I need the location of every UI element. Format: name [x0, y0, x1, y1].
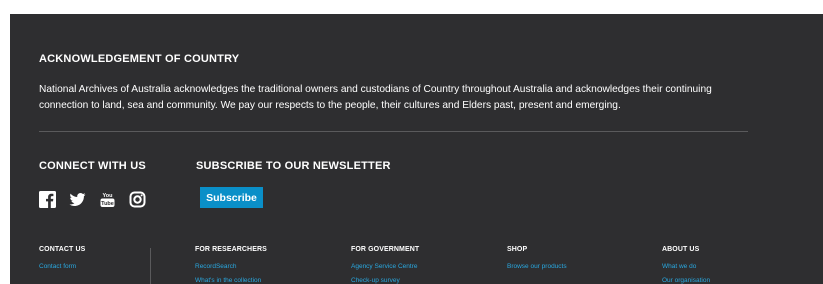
footer-column-about: ABOUT US What we do Our organisation: [662, 246, 710, 284]
column-heading: SHOP: [507, 246, 528, 253]
footer-column-government: FOR GOVERNMENT Agency Service Centre Che…: [351, 246, 419, 284]
column-heading: FOR GOVERNMENT: [351, 246, 420, 253]
column-heading: ABOUT US: [662, 246, 700, 253]
site-footer: ACKNOWLEDGEMENT OF COUNTRY National Arch…: [10, 14, 823, 284]
facebook-icon[interactable]: [39, 190, 56, 208]
footer-column-researchers: FOR RESEARCHERS RecordSearch What's in t…: [195, 246, 267, 284]
footer-link[interactable]: What's in the collection: [195, 277, 267, 284]
footer-divider: [39, 131, 748, 132]
footer-link[interactable]: Agency Service Centre: [351, 263, 419, 270]
footer-link[interactable]: RecordSearch: [195, 263, 267, 270]
footer-column-shop: SHOP Browse our products: [507, 246, 567, 270]
footer-link[interactable]: Browse our products: [507, 263, 567, 270]
footer-link[interactable]: Check-up survey: [351, 277, 419, 284]
footer-link[interactable]: What we do: [662, 263, 710, 270]
svg-text:Tube: Tube: [101, 201, 114, 207]
footer-link[interactable]: Contact form: [39, 263, 85, 270]
footer-link[interactable]: Our organisation: [662, 277, 710, 284]
acknowledgement-text: National Archives of Australia acknowled…: [39, 84, 712, 111]
twitter-icon[interactable]: [69, 191, 86, 208]
newsletter-title: SUBSCRIBE TO OUR NEWSLETTER: [196, 160, 391, 172]
acknowledgement-title: ACKNOWLEDGEMENT OF COUNTRY: [39, 53, 240, 65]
column-heading: FOR RESEARCHERS: [195, 246, 267, 253]
subscribe-button[interactable]: Subscribe: [200, 187, 263, 208]
social-links: You Tube: [39, 190, 146, 208]
footer-column-contact: CONTACT US Contact form: [39, 246, 85, 270]
column-divider: [150, 248, 151, 284]
instagram-icon[interactable]: [129, 191, 146, 208]
svg-text:You: You: [103, 193, 113, 199]
youtube-icon[interactable]: You Tube: [99, 191, 116, 208]
column-heading: CONTACT US: [39, 246, 86, 253]
connect-title: CONNECT WITH US: [39, 160, 146, 172]
